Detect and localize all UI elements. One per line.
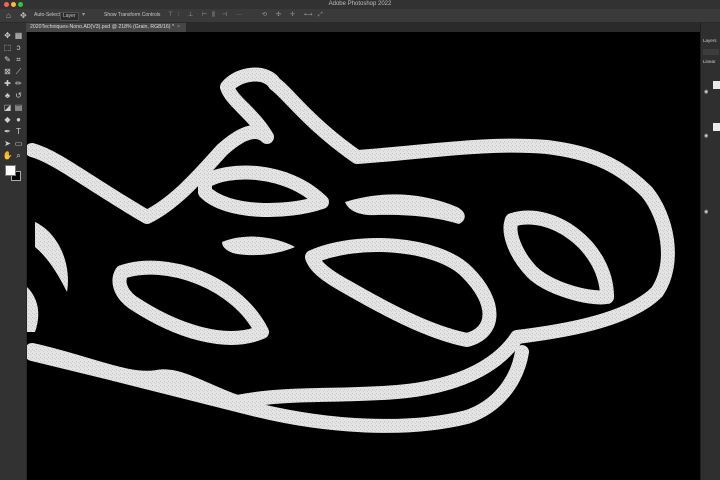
layer-thumbnail[interactable]: [713, 123, 720, 131]
slide-3d-icon[interactable]: ⟷: [304, 11, 313, 20]
foreground-color-swatch[interactable]: [5, 165, 16, 176]
move-tool-preset-icon[interactable]: ✥: [20, 10, 27, 21]
lasso-tool-icon[interactable]: ↄ: [13, 42, 24, 53]
align-middle-icon[interactable]: ⫶: [178, 11, 180, 20]
pan-3d-icon[interactable]: ✛: [290, 11, 295, 20]
hand-tool-icon[interactable]: ✋: [2, 150, 13, 161]
gradient-tool-icon[interactable]: ▤: [13, 102, 24, 113]
scale-3d-icon[interactable]: ⤢: [318, 11, 323, 20]
shape-tool-icon[interactable]: ▭: [13, 138, 24, 149]
healing-brush-icon[interactable]: ✚: [2, 78, 13, 89]
align-left-icon[interactable]: ⊢: [202, 11, 207, 20]
type-tool-icon[interactable]: T: [13, 126, 24, 137]
layer-filter-label[interactable]: Linear: [703, 59, 716, 64]
align-right-icon[interactable]: ⊣: [222, 11, 227, 20]
letter-counter-left: [198, 165, 329, 218]
orbit-icon[interactable]: ✣: [276, 11, 281, 20]
quick-select-icon[interactable]: ✎: [2, 54, 13, 65]
letter-counter-lower: [112, 260, 269, 345]
show-transform-controls-checkbox[interactable]: Show Transform Controls: [104, 9, 160, 22]
eye-icon[interactable]: ◉: [704, 133, 708, 139]
crop-tool-icon[interactable]: ⌗: [13, 54, 24, 65]
accent-shard-center: [345, 194, 465, 224]
artboard-tool-icon[interactable]: ▦: [13, 30, 24, 41]
document-tab-bar: 2020Techniques-Nono.AD(V3).psd @ 218% (G…: [26, 23, 700, 32]
home-icon[interactable]: ⌂: [6, 10, 11, 21]
marquee-tool-icon[interactable]: ⬚: [2, 42, 13, 53]
close-tab-icon[interactable]: ×: [177, 24, 180, 30]
document-tab[interactable]: 2020Techniques-Nono.AD(V3).psd @ 218% (G…: [26, 23, 186, 32]
eye-icon[interactable]: ◉: [704, 89, 708, 95]
graffiti-artwork: [27, 67, 675, 433]
letter-counter-right: [503, 210, 614, 305]
align-bottom-icon[interactable]: ⊥: [188, 11, 193, 20]
blur-tool-icon[interactable]: ◆: [2, 114, 13, 125]
title-bar: Adobe Photoshop 2022: [0, 0, 720, 9]
layers-tab[interactable]: Layers: [703, 38, 717, 43]
auto-select-label: Auto-Select:: [34, 12, 62, 18]
letter-swoop-center: [305, 238, 497, 347]
auto-select-dropdown[interactable]: Layer: [60, 12, 79, 21]
eyedropper-icon[interactable]: ⟋: [13, 66, 24, 77]
3d-mode-icon[interactable]: ⟲: [262, 11, 267, 20]
move-tool-icon[interactable]: ✥: [2, 30, 13, 41]
brush-tool-icon[interactable]: ✏: [13, 78, 24, 89]
tools-panel: ✥ ▦ ⬚ ↄ ✎ ⌗ ⊠ ⟋ ✚ ✏ ♣ ↺ ◪ ▤ ◆ ● ✒ T ➤ ▭ ✋ ⌕: [0, 23, 27, 480]
document-tab-label: 2020Techniques-Nono.AD(V3).psd @ 218% (G…: [30, 24, 174, 30]
clone-stamp-icon[interactable]: ♣: [2, 90, 13, 101]
accent-shard-mid: [222, 236, 295, 256]
align-center-icon[interactable]: ⫼: [212, 11, 215, 20]
eye-icon[interactable]: ◉: [704, 209, 708, 215]
frame-tool-icon[interactable]: ⊠: [2, 66, 13, 77]
right-panels: Layers Linear ◉ ◉ ◉: [700, 23, 720, 480]
path-select-icon[interactable]: ➤: [2, 138, 13, 149]
app-title: Adobe Photoshop 2022: [328, 1, 392, 7]
layer-search-row[interactable]: [703, 49, 719, 55]
document-canvas[interactable]: [27, 32, 700, 480]
dodge-tool-icon[interactable]: ●: [13, 114, 24, 125]
accent-shard-edge: [27, 287, 39, 332]
more-options-icon[interactable]: ···: [236, 11, 242, 20]
align-top-icon[interactable]: ⊤: [168, 11, 173, 20]
zoom-tool-icon[interactable]: ⌕: [13, 150, 24, 161]
pen-tool-icon[interactable]: ✒: [2, 126, 13, 137]
history-brush-icon[interactable]: ↺: [13, 90, 24, 101]
eraser-tool-icon[interactable]: ◪: [2, 102, 13, 113]
options-bar: ⌂ ✥ Auto-Select: Layer ▾ Show Transform …: [0, 9, 720, 23]
layer-thumbnail[interactable]: [713, 81, 720, 89]
accent-shard-left: [35, 222, 68, 292]
chevron-down-icon[interactable]: ▾: [82, 11, 85, 20]
